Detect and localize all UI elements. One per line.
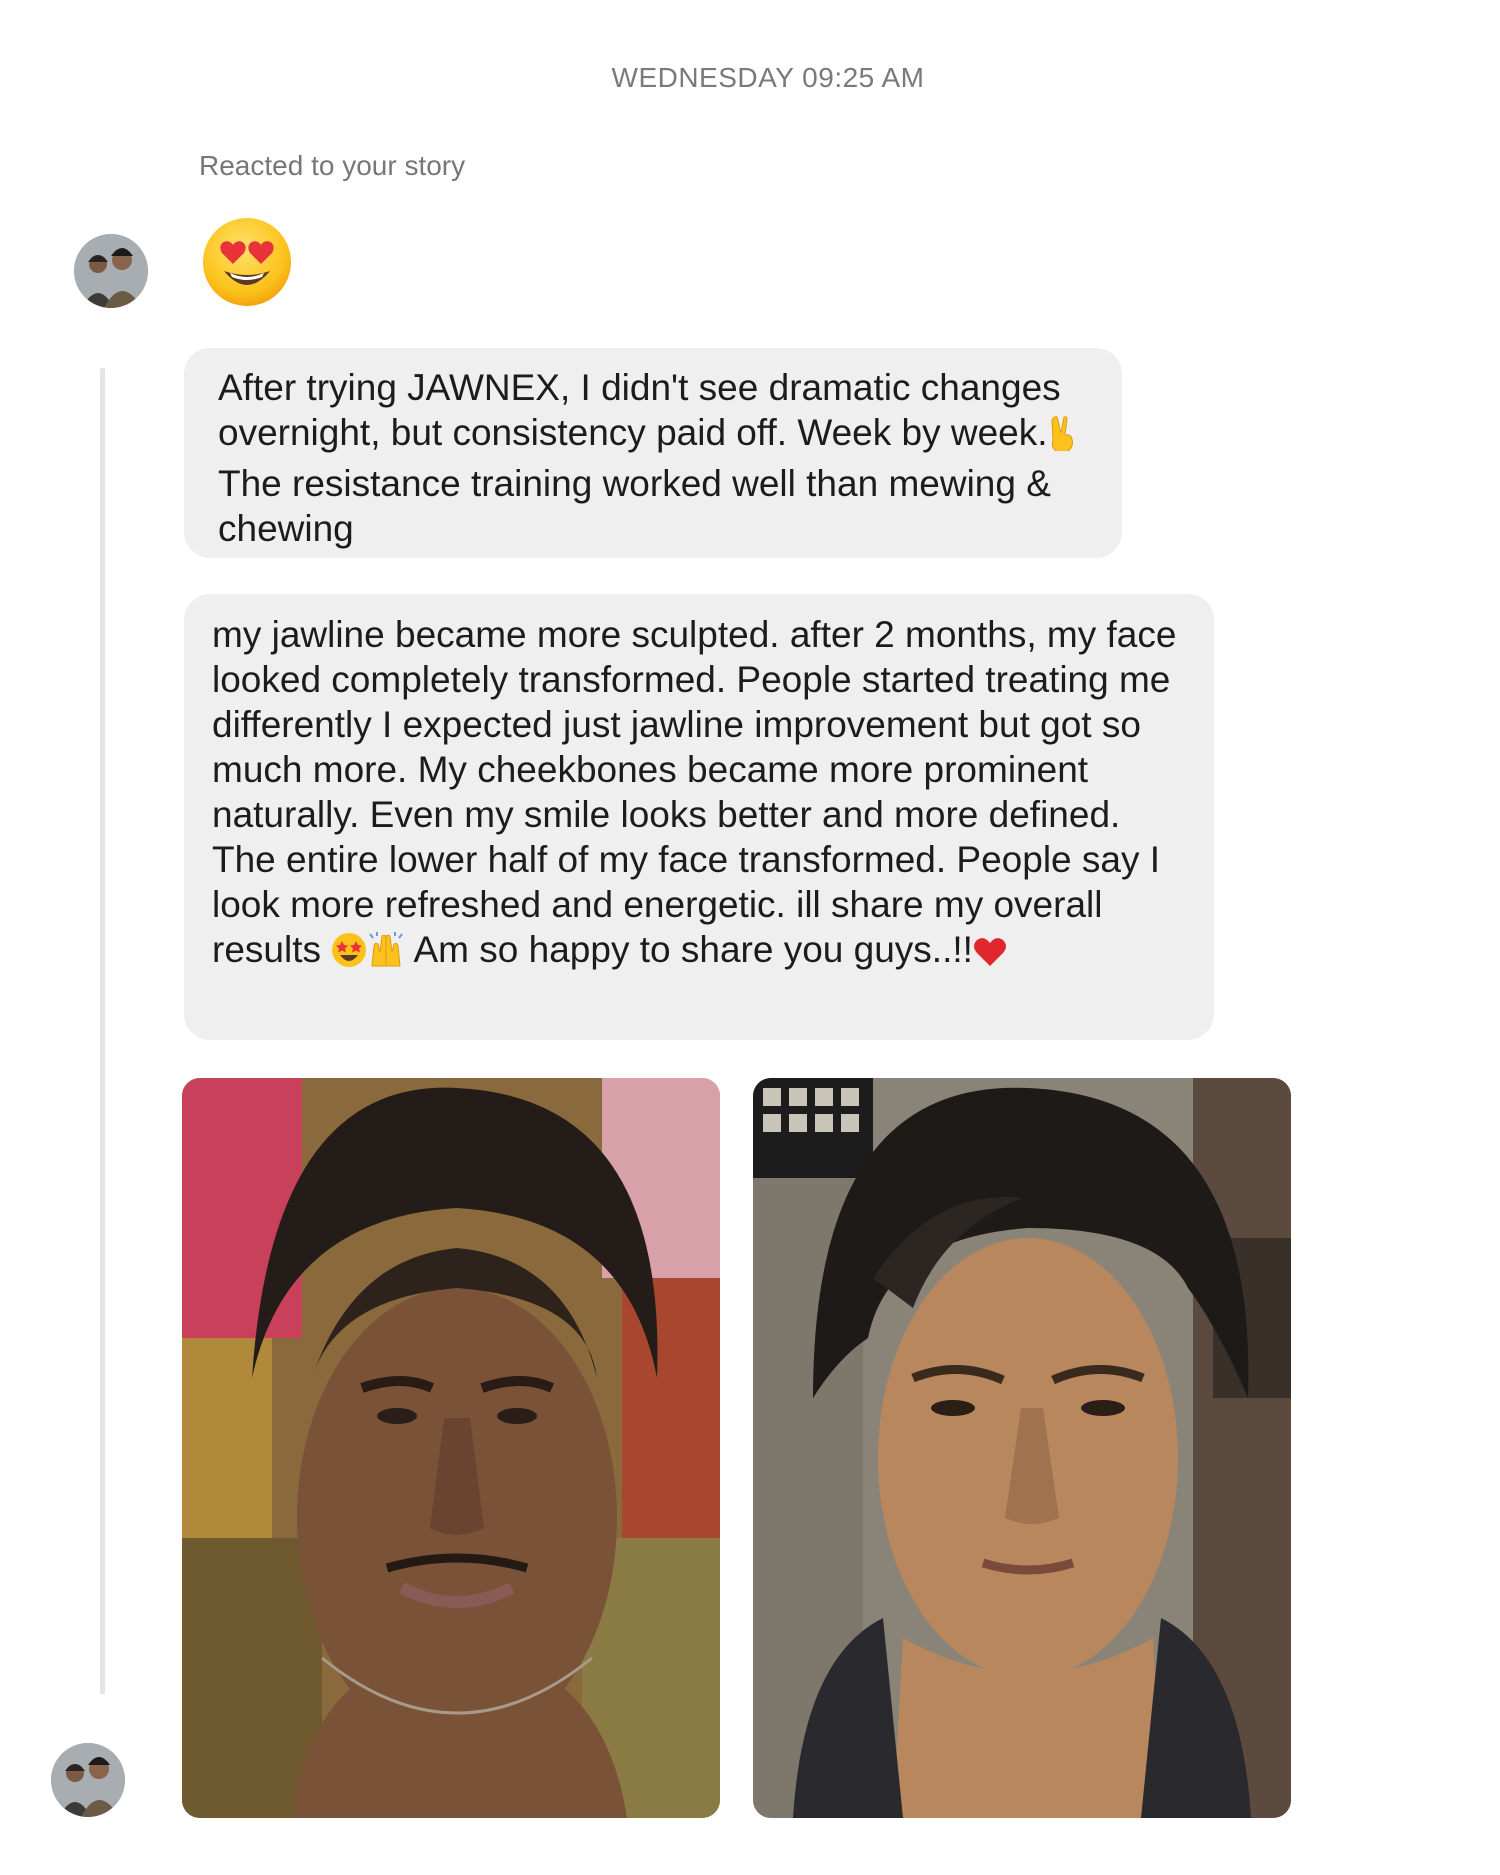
message-text: my jawline became more sculpted. after 2… [212,614,1177,970]
sender-avatar[interactable] [51,1743,125,1817]
message-bubble[interactable]: After trying JAWNEX, I didn't see dramat… [184,348,1122,558]
timestamp: WEDNESDAY 09:25 AM [611,62,925,93]
avatar-photo-icon [74,234,148,308]
star-struck-icon [331,932,367,978]
thread-line [100,368,105,1694]
message-text: The resistance training worked well than… [218,463,1051,549]
message-text: After trying JAWNEX, I didn't see dramat… [218,367,1061,453]
heart-eyes-emoji-icon [200,215,294,309]
message-bubble[interactable]: my jawline became more sculpted. after 2… [184,594,1214,1040]
before-photo[interactable] [182,1078,720,1818]
after-photo[interactable] [753,1078,1291,1818]
victory-hand-icon [1048,415,1080,461]
red-heart-icon [973,933,1007,978]
after-photo-image [753,1078,1291,1818]
message-text: Am so happy to share you guys..!! [405,929,973,970]
sender-avatar[interactable] [74,234,148,308]
raising-hands-icon [367,932,405,978]
before-photo-image [182,1078,720,1818]
story-reaction-label: Reacted to your story [199,150,466,181]
avatar-photo-icon [51,1743,125,1817]
